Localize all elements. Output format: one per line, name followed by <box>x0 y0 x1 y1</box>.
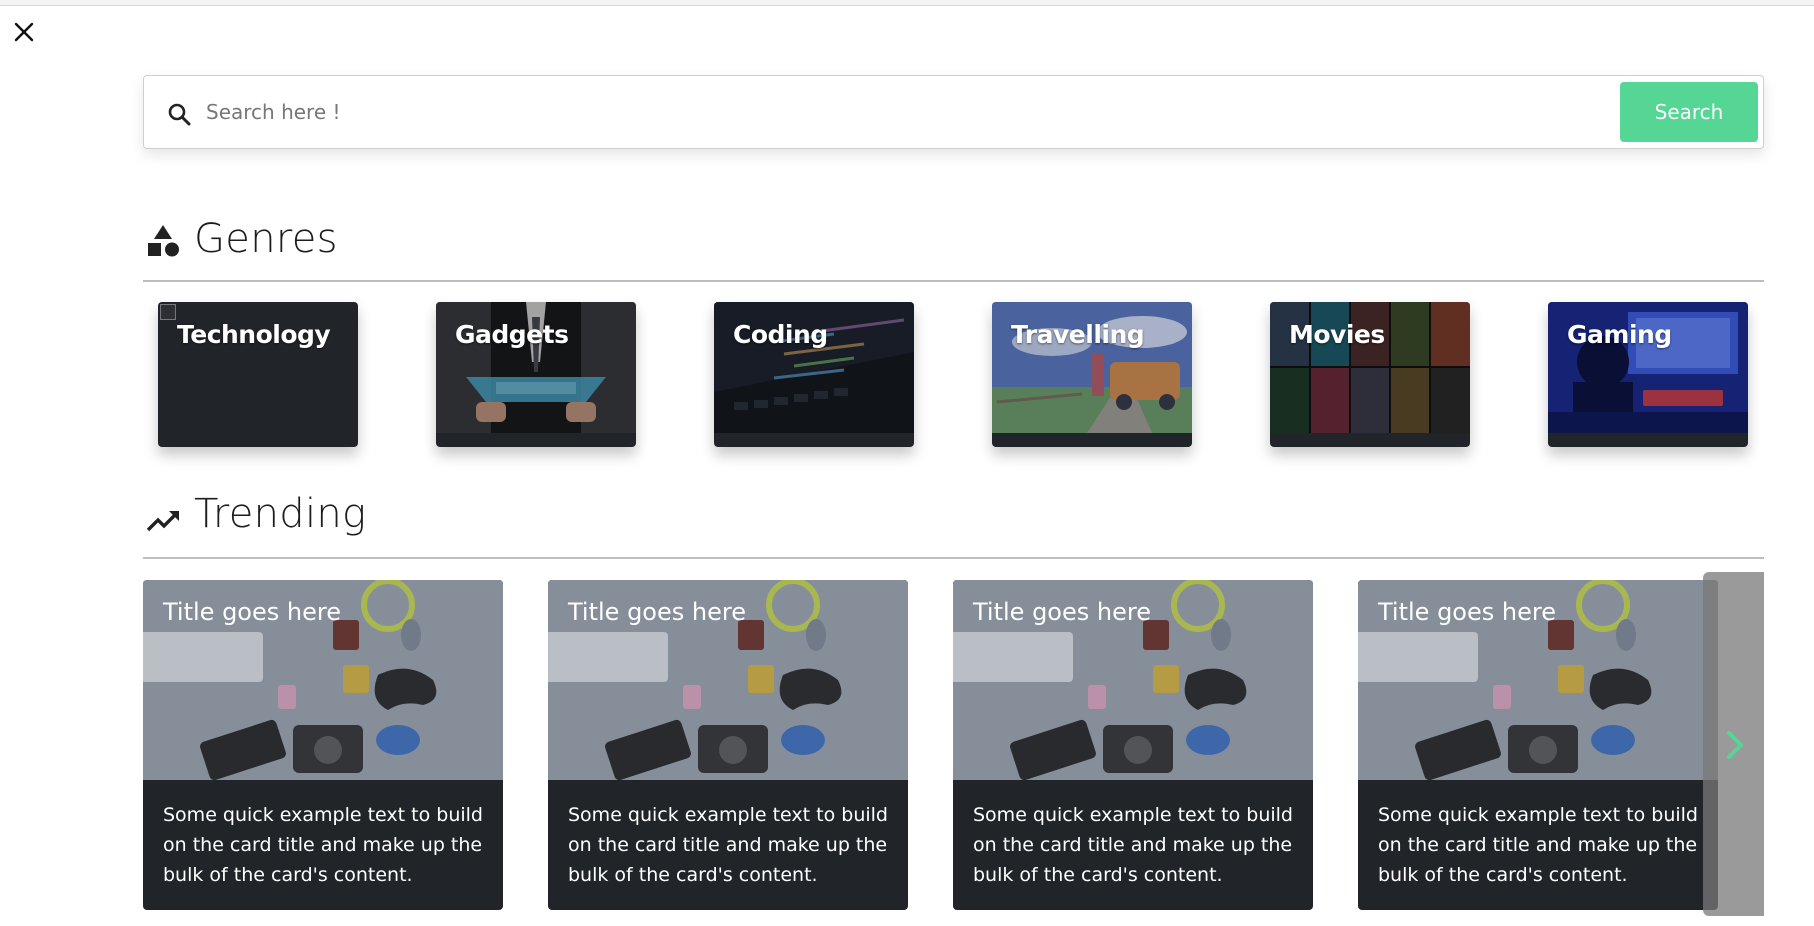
trending-up-icon <box>146 511 179 532</box>
genres-heading: Genres <box>194 216 338 262</box>
search-icon <box>168 103 191 126</box>
close-icon <box>14 22 34 42</box>
card-text: Some quick example text to build on the … <box>973 804 1293 886</box>
chevron-right-icon <box>1727 731 1743 759</box>
genre-card-coding[interactable]: Coding <box>714 302 914 447</box>
search-bar: Search <box>143 75 1764 149</box>
search-input[interactable] <box>206 92 1736 132</box>
genre-card-movies[interactable]: Movies <box>1270 302 1470 447</box>
genre-card-technology[interactable]: Technology <box>158 302 358 447</box>
card-text: Some quick example text to build on the … <box>163 804 483 886</box>
genre-label: Coding <box>733 320 828 349</box>
trending-card[interactable]: Title goes here Some quick example text … <box>1358 580 1718 910</box>
card-text: Some quick example text to build on the … <box>568 804 888 886</box>
close-button[interactable] <box>10 18 38 46</box>
trending-card[interactable]: Title goes here Some quick example text … <box>953 580 1313 910</box>
card-title: Title goes here <box>973 598 1151 626</box>
genre-card-gadgets[interactable]: Gadgets <box>436 302 636 447</box>
search-button[interactable]: Search <box>1620 82 1758 142</box>
card-title: Title goes here <box>163 598 341 626</box>
broken-image-icon <box>160 304 176 320</box>
genre-card-travelling[interactable]: Travelling <box>992 302 1192 447</box>
genre-label: Travelling <box>1011 320 1145 349</box>
genre-label: Technology <box>177 320 331 349</box>
genre-label: Gaming <box>1567 320 1672 349</box>
trending-card[interactable]: Title goes here Some quick example text … <box>548 580 908 910</box>
genre-card-gaming[interactable]: Gaming <box>1548 302 1748 447</box>
genre-label: Gadgets <box>455 320 569 349</box>
carousel-next-button[interactable] <box>1703 572 1764 916</box>
card-title: Title goes here <box>1378 598 1556 626</box>
browser-top-border <box>0 0 1814 6</box>
trending-card[interactable]: Title goes here Some quick example text … <box>143 580 503 910</box>
genres-section-header: Genres <box>143 216 1764 282</box>
shapes-icon <box>148 225 179 257</box>
trending-heading: Trending <box>194 491 367 537</box>
card-title: Title goes here <box>568 598 746 626</box>
card-text: Some quick example text to build on the … <box>1378 804 1698 886</box>
genre-label: Movies <box>1289 320 1385 349</box>
trending-section-header: Trending <box>143 491 1764 559</box>
